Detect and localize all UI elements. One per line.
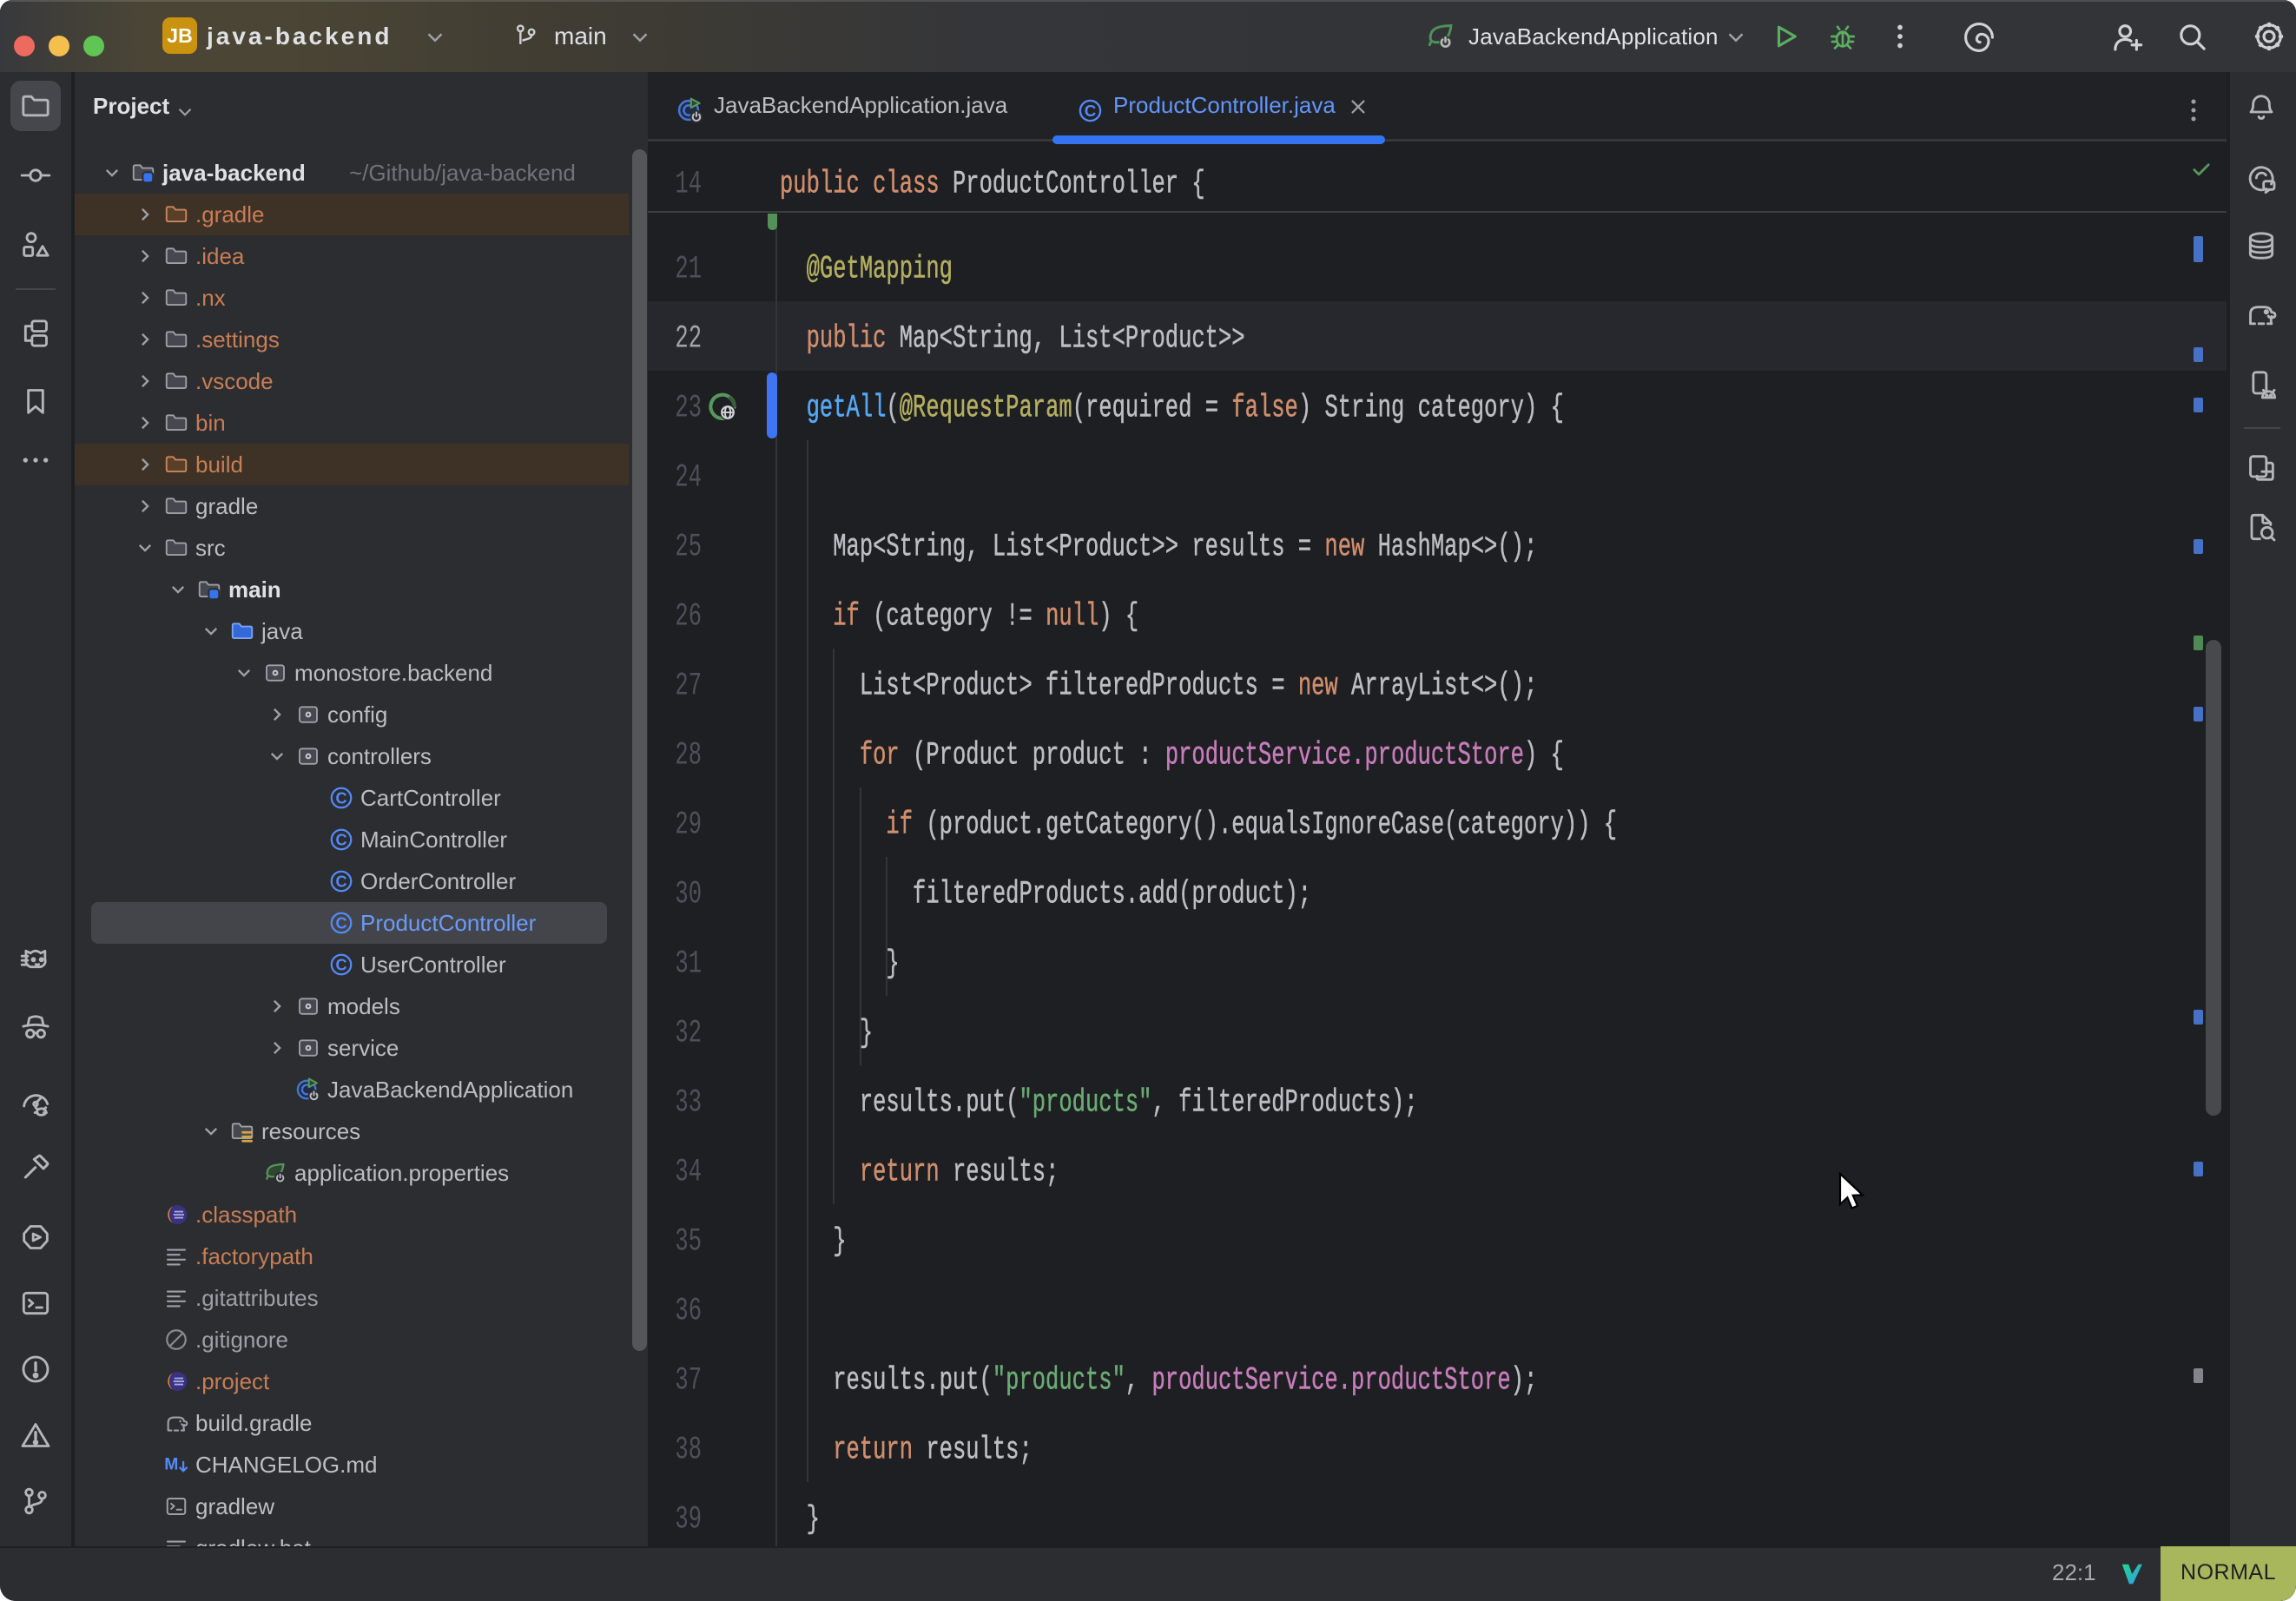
svg-text:C: C [335,914,346,932]
svg-text:C: C [335,873,346,890]
svg-text:M: M [164,1455,178,1474]
svg-text:C: C [1085,102,1097,120]
svg-text:C: C [335,831,346,848]
svg-text:C: C [335,789,346,807]
svg-text:C: C [335,956,346,973]
